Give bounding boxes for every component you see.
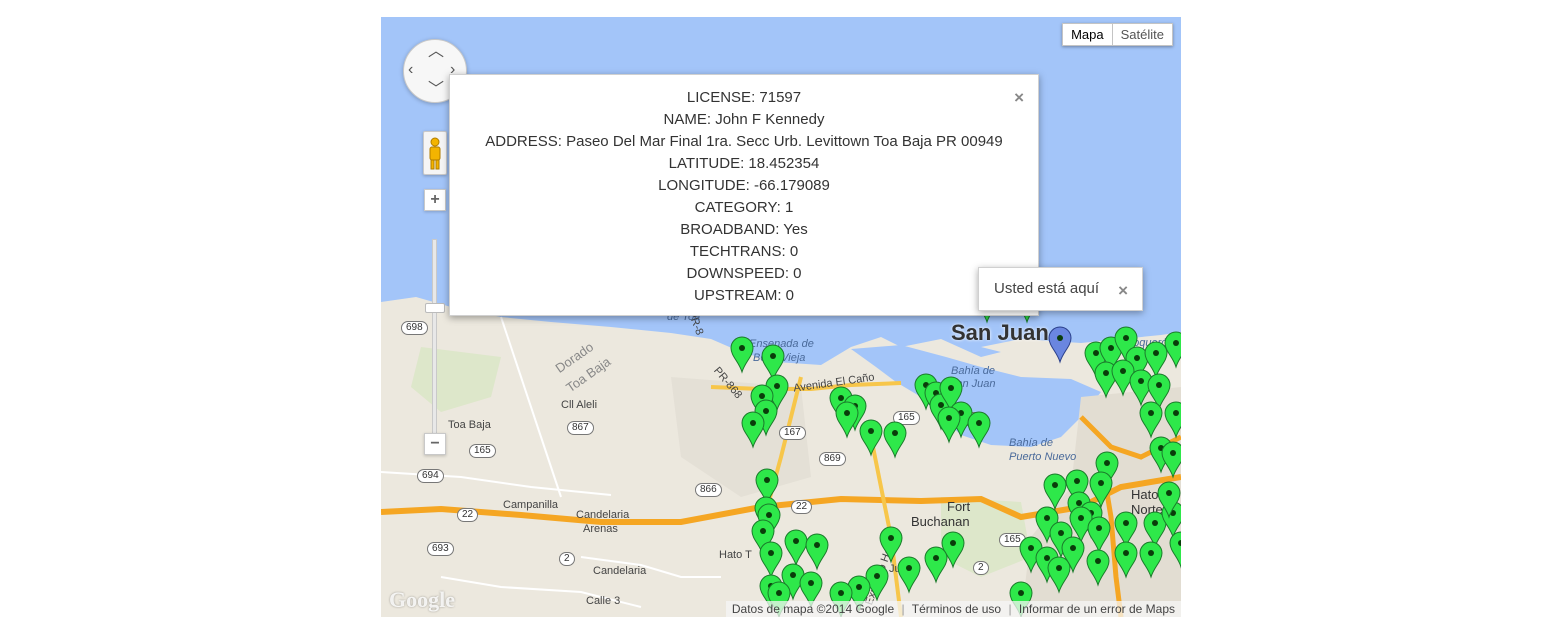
map-type-control: Mapa Satélite — [1062, 23, 1173, 46]
map-marker-icon[interactable] — [859, 419, 883, 457]
current-location-marker-icon[interactable] — [1048, 326, 1072, 364]
info-window-license: LICENSE: 71597 NAME: John F Kennedy ADDRES… — [449, 74, 1039, 337]
map-marker-icon[interactable] — [937, 406, 961, 444]
map-marker-icon[interactable] — [784, 529, 808, 567]
map-type-map-button[interactable]: Mapa — [1062, 23, 1113, 46]
map-marker-icon[interactable] — [730, 336, 754, 374]
map-marker-icon[interactable] — [1164, 331, 1181, 369]
info-line: LICENSE: 71597 — [686, 89, 802, 106]
info-line: DOWNSPEED: 0 — [686, 265, 802, 282]
map-marker-icon[interactable] — [883, 421, 907, 459]
map-marker-icon[interactable] — [1139, 541, 1163, 579]
info-line: CATEGORY: 1 — [694, 199, 794, 216]
info-line: NAME: John F Kennedy — [663, 111, 825, 128]
map-canvas[interactable]: San Juan Dorado Toa Baja Toa Baja Cll Al… — [381, 17, 1181, 617]
google-logo[interactable]: Google — [389, 587, 455, 613]
separator: | — [901, 602, 905, 616]
zoom-slider-handle[interactable] — [425, 303, 445, 313]
map-marker-icon[interactable] — [1144, 341, 1168, 379]
info-line: TECHTRANS: 0 — [689, 243, 799, 260]
zoom-in-button[interactable]: + — [424, 189, 446, 211]
map-marker-icon[interactable] — [1047, 556, 1071, 594]
map-marker-icon[interactable] — [967, 411, 991, 449]
map-marker-icon[interactable] — [924, 546, 948, 584]
map-marker-icon[interactable] — [835, 401, 859, 439]
info-line: LATITUDE: 18.452354 — [668, 155, 820, 172]
report-error-link[interactable]: Informar de un error de Maps — [1019, 602, 1175, 616]
pan-left-icon[interactable]: ‹ — [408, 62, 413, 78]
map-marker-icon[interactable] — [1164, 401, 1181, 439]
map-marker-icon[interactable] — [761, 344, 785, 382]
map-marker-icon[interactable] — [805, 533, 829, 571]
info-line: ADDRESS: Paseo Del Mar Final 1ra. Secc U… — [485, 133, 1003, 150]
info-line: UPSTREAM: 0 — [693, 287, 795, 304]
map-marker-icon[interactable] — [741, 411, 765, 449]
terms-link[interactable]: Términos de uso — [912, 602, 1001, 616]
zoom-slider-track[interactable] — [432, 239, 437, 443]
map-data-attribution: Datos de mapa ©2014 Google — [731, 602, 895, 616]
map-type-satellite-button[interactable]: Satélite — [1112, 23, 1173, 46]
attribution-bar: Datos de mapa ©2014 Google | Términos de… — [725, 601, 1181, 617]
map-marker-icon[interactable] — [1139, 401, 1163, 439]
map-marker-icon[interactable] — [1114, 541, 1138, 579]
pegman-figure — [429, 137, 441, 170]
separator: | — [1008, 602, 1012, 616]
close-icon[interactable]: × — [1118, 282, 1128, 299]
map-marker-icon[interactable] — [1161, 441, 1181, 479]
map-marker-icon[interactable] — [897, 556, 921, 594]
map-marker-icon[interactable] — [1087, 516, 1111, 554]
info-window-content: LICENSE: 71597 NAME: John F Kennedy ADDRES… — [450, 75, 1038, 307]
map-marker-icon[interactable] — [1043, 473, 1067, 511]
map-marker-icon[interactable] — [759, 541, 783, 579]
zoom-out-button[interactable]: − — [424, 433, 446, 455]
map-marker-icon[interactable] — [1169, 531, 1181, 569]
pegman-icon[interactable] — [423, 131, 447, 175]
info-window-here: Usted está aquí × — [978, 267, 1143, 328]
map-marker-icon[interactable] — [879, 526, 903, 564]
map-marker-icon[interactable] — [1086, 549, 1110, 587]
info-line: LONGITUDE: -66.179089 — [658, 177, 830, 194]
info-line: BROADBAND: Yes — [680, 221, 808, 238]
pan-up-icon[interactable]: ︿ — [428, 44, 444, 60]
pan-down-icon[interactable]: ﹀ — [428, 82, 444, 98]
close-icon[interactable]: × — [1014, 89, 1024, 106]
